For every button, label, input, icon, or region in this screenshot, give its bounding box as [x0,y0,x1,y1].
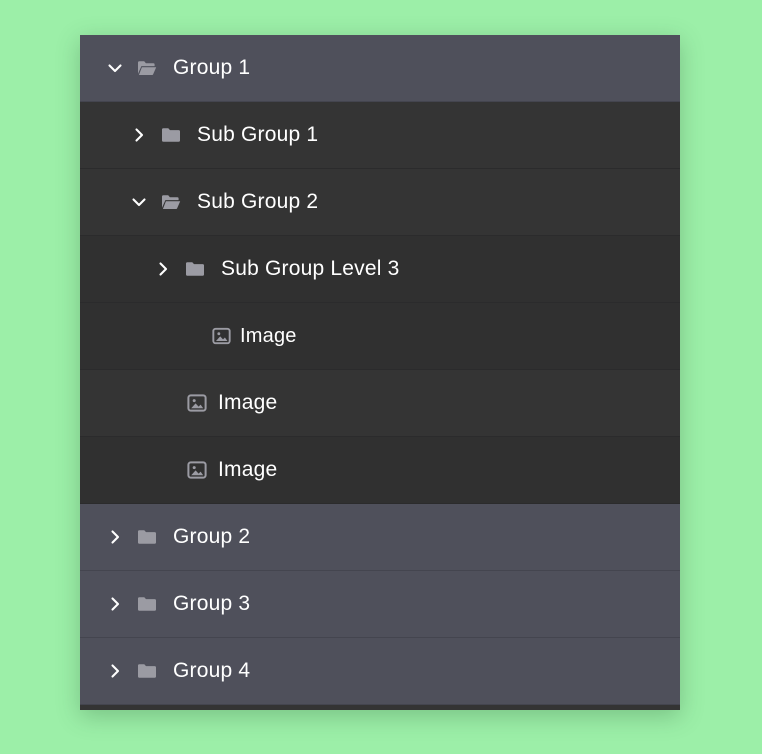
tree-row-label: Image [240,325,297,348]
image-icon [186,459,208,481]
folder-closed-icon [182,256,208,282]
tree-row[interactable]: Sub Group 2 [80,169,680,236]
tree-row[interactable]: Sub Group 1 [80,102,680,169]
folder-closed-icon [134,658,160,684]
tree-row-label: Image [218,391,277,415]
chevron-right-icon[interactable] [102,524,128,550]
tree-row-label: Sub Group 1 [197,123,318,147]
tree-row-label: Image [218,458,277,482]
tree-row[interactable]: Group 2 [80,504,680,571]
folder-closed-icon [134,591,160,617]
image-icon [212,327,231,346]
folder-closed-icon [134,524,160,550]
tree-row[interactable]: Sub Group Level 3 [80,236,680,303]
chevron-right-icon[interactable] [102,658,128,684]
tree-row-label: Group 2 [173,525,250,549]
tree-row[interactable]: Image [80,370,680,437]
twisty-placeholder [154,457,180,483]
tree-row-label: Group 4 [173,659,250,683]
twisty-placeholder [180,323,206,349]
folder-closed-icon [158,122,184,148]
tree-row[interactable]: Image [80,437,680,504]
folder-open-icon [158,189,184,215]
chevron-right-icon[interactable] [102,591,128,617]
chevron-right-icon[interactable] [126,122,152,148]
tree-row-label: Group 3 [173,592,250,616]
layer-tree-panel: Group 1 Sub Group 1 Sub Group 2 Sub Group L… [80,35,680,710]
tree-row-label: Group 1 [173,56,250,80]
tree-row[interactable]: Group 1 [80,35,680,102]
chevron-down-icon[interactable] [102,55,128,81]
image-icon [186,392,208,414]
tree-row-label: Sub Group Level 3 [221,257,400,281]
page-background: Group 1 Sub Group 1 Sub Group 2 Sub Group L… [0,0,762,754]
twisty-placeholder [154,390,180,416]
folder-open-icon [134,55,160,81]
chevron-right-icon[interactable] [150,256,176,282]
tree-row-label: Sub Group 2 [197,190,318,214]
tree-row[interactable]: Image [80,303,680,370]
chevron-down-icon[interactable] [126,189,152,215]
tree-row[interactable]: Group 3 [80,571,680,638]
tree-row[interactable]: Group 4 [80,638,680,705]
